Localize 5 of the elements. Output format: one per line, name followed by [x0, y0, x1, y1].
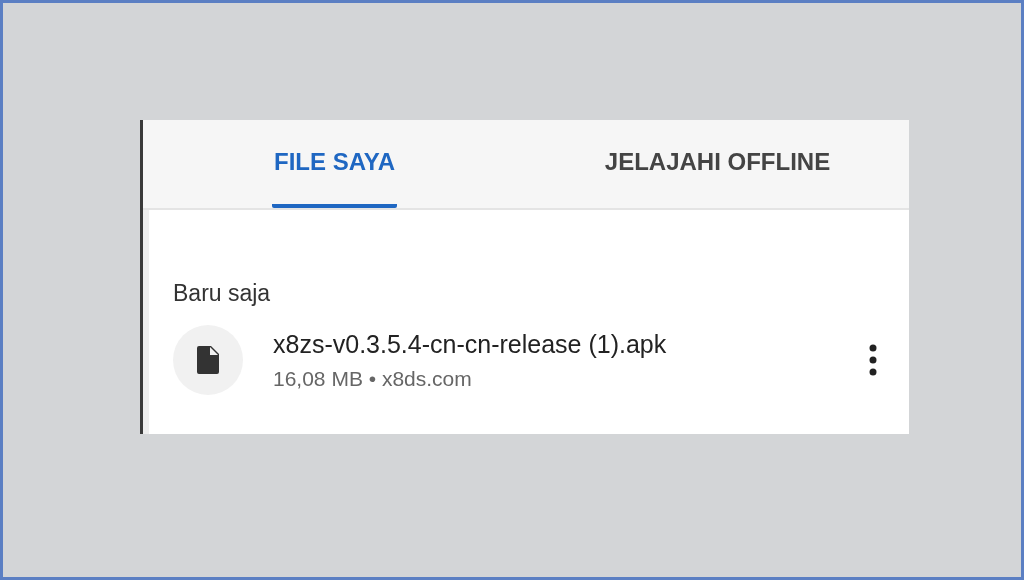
- file-name[interactable]: x8zs-v0.3.5.4-cn-cn-release (1).apk: [273, 329, 869, 359]
- file-details: 16,08 MB • x8ds.com: [273, 366, 473, 391]
- more-icon[interactable]: [869, 344, 877, 376]
- section-heading: Baru saja: [172, 279, 272, 307]
- tab[interactable]: JELAJAHI OFFLINE: [602, 120, 833, 208]
